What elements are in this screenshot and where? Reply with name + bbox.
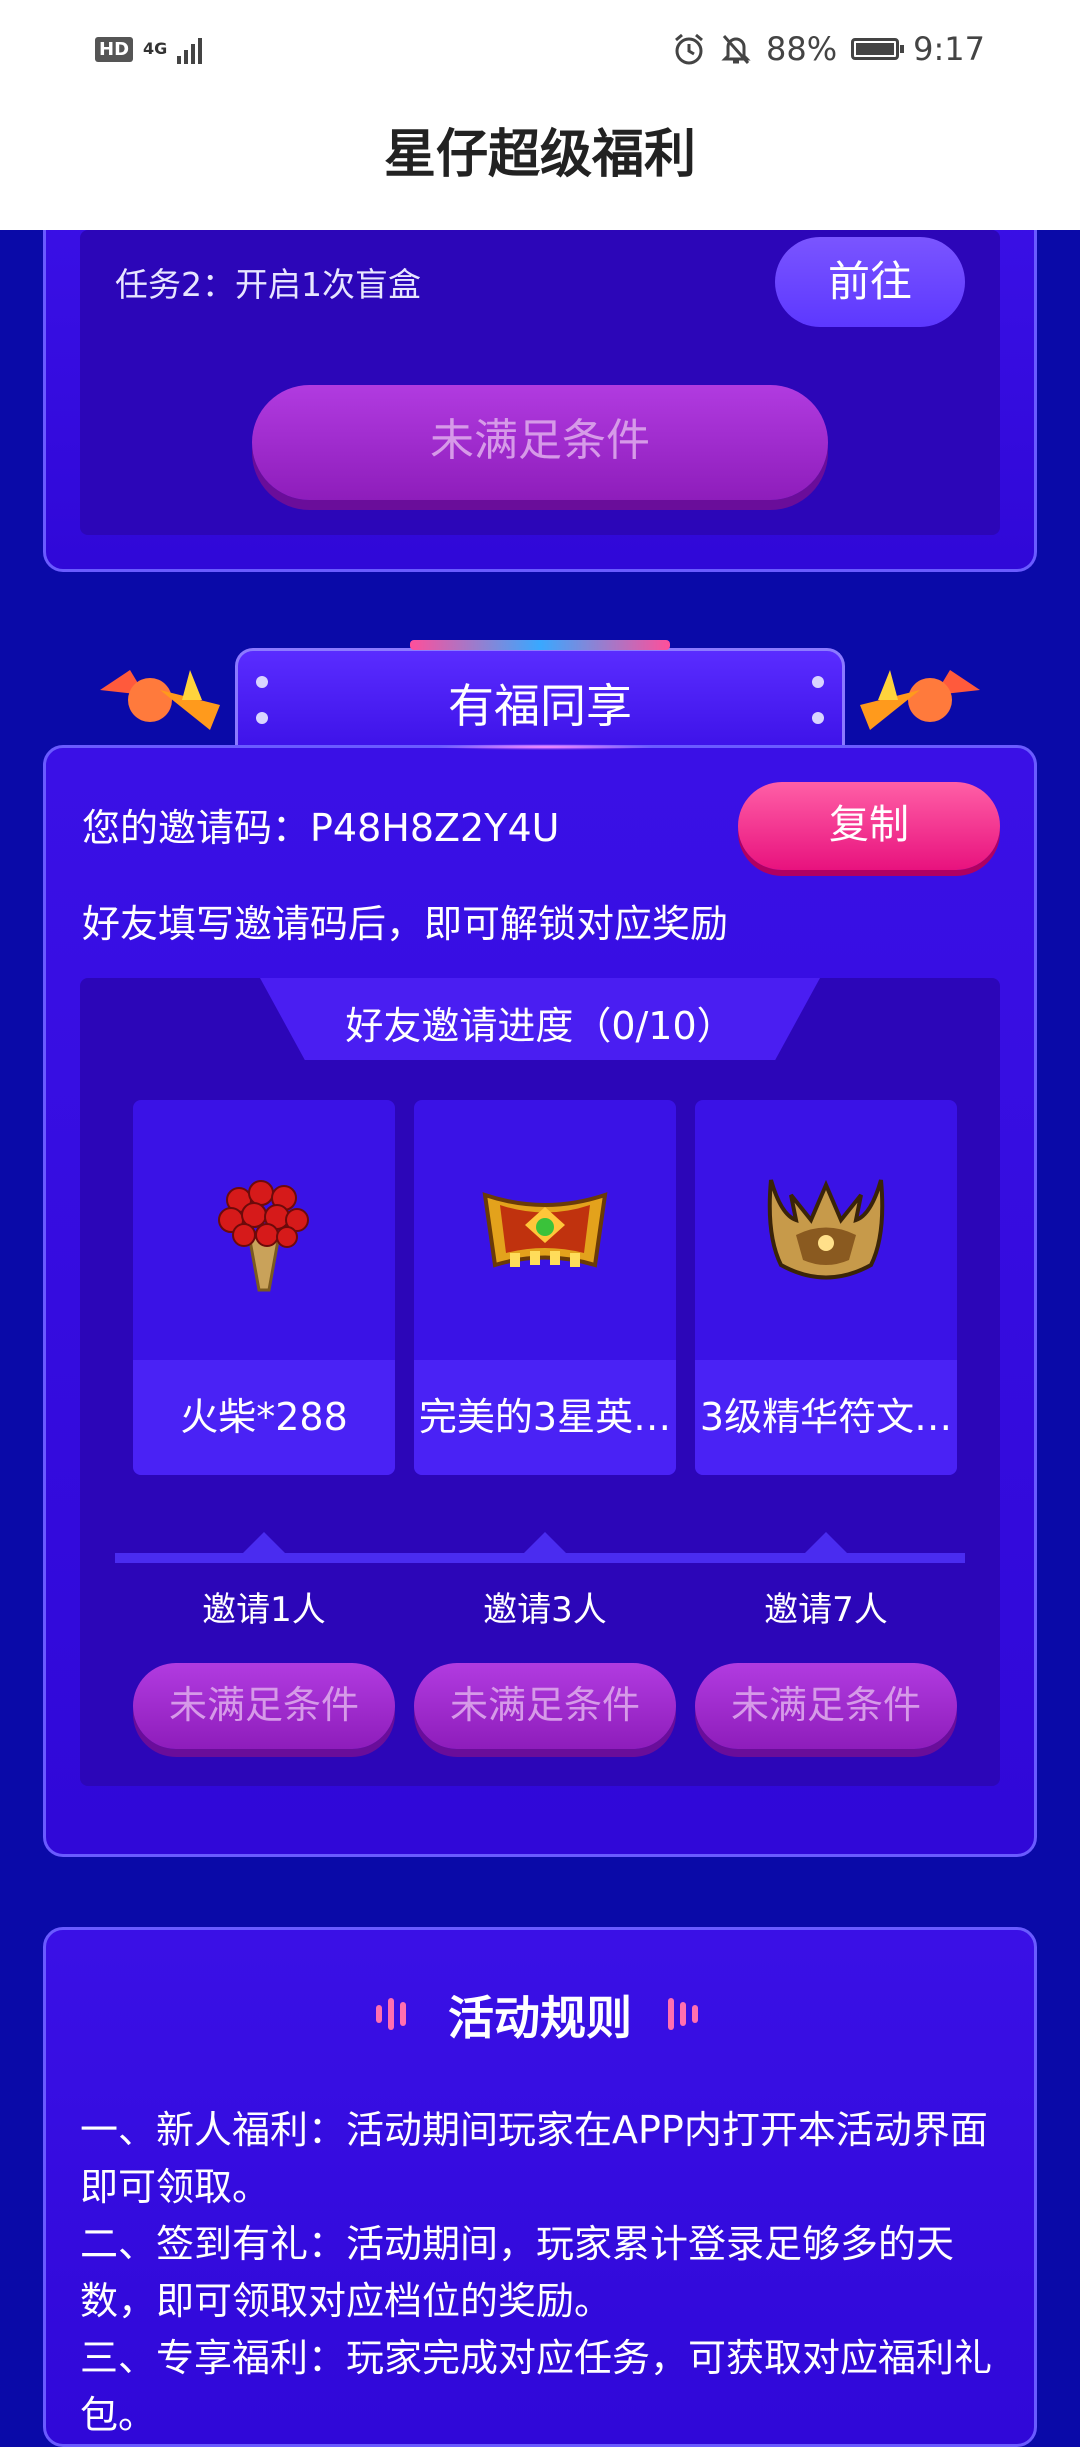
page-title-overlay: 星仔超级福利 (383, 125, 696, 185)
reward-card: 火柴*288 (133, 1100, 395, 1475)
hd-icon: HD (95, 36, 134, 62)
signal-icon (177, 34, 203, 64)
firework-decoration-icon (100, 670, 220, 730)
rule-line: 三、专享福利：玩家完成对应任务，可获取对应福利礼包。 (80, 2336, 993, 2437)
reward-claim-button-disabled[interactable]: 未满足条件 (414, 1663, 676, 1749)
banner-glow (435, 744, 655, 750)
title-decoration-right (668, 1994, 698, 2034)
mute-bell-icon (721, 35, 751, 64)
invite-requirement: 邀请7人 (764, 1590, 888, 1630)
reward-claim-button-disabled[interactable]: 未满足条件 (695, 1663, 957, 1749)
progress-track (115, 1553, 965, 1563)
clock: 9:17 (913, 30, 985, 68)
battery-percent: 88% (766, 30, 838, 68)
invite-hint: 好友填写邀请码后，即可解锁对应奖励 (82, 902, 729, 946)
claim-button-disabled[interactable]: 未满足条件 (252, 385, 828, 500)
progress-tick (804, 1532, 848, 1554)
network-label: 4G (143, 39, 168, 58)
invite-requirement: 邀请1人 (202, 1590, 326, 1630)
reward-name: 完美的3星英… (414, 1360, 676, 1475)
status-bar: HD 4G 88% 9:17 (0, 0, 1080, 100)
progress-tick (523, 1532, 567, 1554)
crown-icon (767, 1179, 885, 1280)
status-right: 88% 9:17 (672, 30, 985, 68)
alarm-icon (675, 33, 703, 65)
reward-card: 3级精华符文… (695, 1100, 957, 1475)
copy-button[interactable]: 复制 (738, 782, 1000, 870)
chest-icon (482, 1192, 608, 1268)
rules-body: 一、新人福利：活动期间玩家在APP内打开本活动界面即可领取。 二、签到有礼：活动… (80, 2102, 1000, 2444)
reward-card: 完美的3星英… (414, 1100, 676, 1475)
progress-title: 好友邀请进度（0/10） (345, 1004, 735, 1048)
rules-title: 活动规则 (448, 1991, 632, 2045)
reward-name: 3级精华符文… (695, 1360, 957, 1475)
rule-line: 二、签到有礼：活动期间，玩家累计登录足够多的天数，即可领取对应档位的奖励。 (80, 2222, 955, 2323)
battery-icon (851, 38, 905, 60)
progress-tick (242, 1532, 286, 1554)
banner-stripe (410, 640, 670, 650)
reward-claim-button-disabled[interactable]: 未满足条件 (133, 1663, 395, 1749)
invite-code-label: 您的邀请码：P48H8Z2Y4U (82, 806, 560, 850)
firework-decoration-icon (860, 670, 980, 730)
task-description: 任务2：开启1次盲盒 (115, 265, 421, 304)
battery-fill (856, 43, 895, 55)
reward-name: 火柴*288 (133, 1360, 395, 1475)
invite-requirement: 邀请3人 (483, 1590, 607, 1630)
share-section-title: 有福同享 (448, 679, 632, 733)
status-left: HD 4G (95, 34, 203, 64)
bouquet-icon (218, 1180, 309, 1292)
goto-button[interactable]: 前往 (775, 237, 965, 327)
rule-line: 一、新人福利：活动期间玩家在APP内打开本活动界面即可领取。 (80, 2108, 988, 2209)
